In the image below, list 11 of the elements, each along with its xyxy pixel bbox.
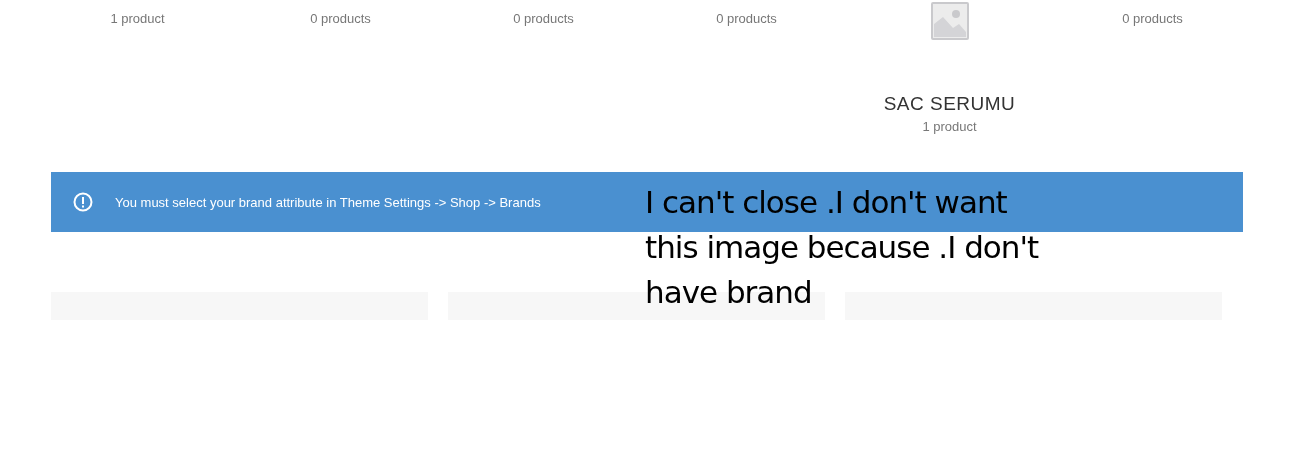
exclamation-icon: [73, 192, 93, 212]
product-count: 0 products: [513, 11, 574, 27]
notice-message: You must select your brand attribute in Theme Settings -> Shop -> Brands: [115, 194, 541, 210]
category-title[interactable]: SAC SERUMU: [883, 92, 1016, 116]
annotation-text: I can't close .I don't want this image because .I don't have brand: [645, 183, 1040, 312]
product-count: 1 product: [110, 11, 165, 27]
product-count: 0 products: [716, 11, 777, 27]
product-count: 1 product: [922, 119, 977, 135]
product-count: 0 products: [310, 11, 371, 27]
image-placeholder-icon: [930, 2, 969, 40]
product-count: 0 products: [1122, 11, 1183, 27]
